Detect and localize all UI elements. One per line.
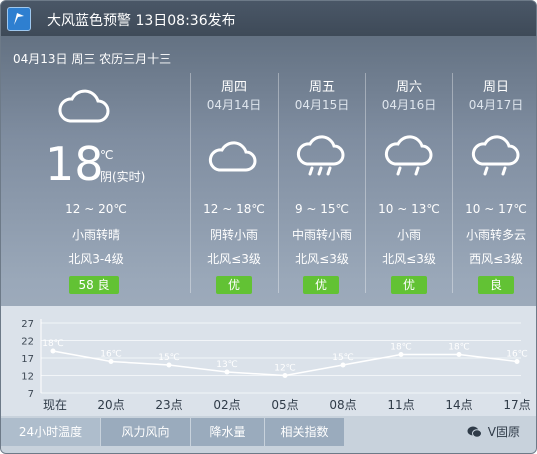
data-point	[282, 373, 288, 378]
forecast-temp-range: 12 ~ 18℃	[203, 202, 265, 216]
data-label: 16℃	[100, 350, 122, 360]
forecast-aqi-badge: 优	[391, 276, 427, 294]
tab-related-index[interactable]: 相关指数	[265, 418, 345, 446]
column-divider	[365, 73, 366, 293]
chart-tabs: 24小时温度 风力风向 降水量 相关指数 V固原	[1, 416, 536, 453]
data-point	[398, 352, 404, 357]
today-description: 小雨转晴	[71, 228, 120, 242]
forecast-description: 中雨转小雨	[291, 228, 352, 242]
data-point	[224, 369, 230, 375]
y-tick-label: 17	[21, 354, 34, 365]
data-label: 15℃	[332, 353, 354, 363]
today-aqi-badge: 58 良	[69, 276, 119, 294]
tab-precipitation[interactable]: 降水量	[191, 418, 265, 446]
x-tick-label: 08点	[329, 398, 356, 412]
hourly-temperature-chart: 27 22 17 12 7 18℃ 现在 16℃ 20点 15℃ 23点 13℃ 02点 12℃ 05点 15…	[1, 306, 536, 416]
wechat-icon	[467, 426, 482, 438]
data-label: 12℃	[274, 364, 296, 374]
data-label: 18℃	[390, 343, 412, 353]
cloud-icon	[58, 87, 110, 129]
today-temp-range: 12 ~ 20℃	[65, 202, 127, 216]
app-logo-icon[interactable]	[7, 7, 31, 31]
x-tick-label: 23点	[155, 398, 182, 412]
temperature-unit: ℃	[100, 148, 114, 162]
data-point	[50, 348, 56, 354]
y-tick-label: 7	[28, 389, 34, 400]
forecast-aqi-badge: 良	[478, 276, 514, 294]
column-divider	[452, 73, 453, 293]
forecast-wind: 西风≤3级	[469, 252, 523, 266]
forecast-description: 小雨转多云	[465, 228, 526, 242]
forecast-temp-range: 9 ~ 15℃	[294, 202, 350, 216]
cloud-icon	[208, 138, 258, 178]
forecast-description: 小雨	[396, 228, 421, 242]
forecast-date: 04月16日	[381, 98, 437, 112]
forecast-aqi-badge: 优	[303, 276, 339, 294]
rain-cloud-icon	[471, 134, 521, 182]
brand-name: V固原	[487, 425, 520, 439]
x-tick-label: 11点	[387, 398, 414, 412]
forecast-wind: 北风≤3级	[207, 252, 261, 266]
forecast-weekday: 周五	[308, 80, 335, 95]
y-tick-label: 12	[21, 372, 34, 383]
y-tick-label: 27	[21, 319, 34, 330]
today-date: 04月13日 周三 农历三月十三	[13, 52, 172, 66]
forecast-temp-range: 10 ~ 17℃	[465, 202, 527, 216]
title-bar: 大风蓝色预警 13日08:36发布	[1, 1, 536, 36]
forecast-temp-range: 10 ~ 13℃	[378, 202, 440, 216]
data-point	[456, 352, 462, 357]
forecast-weekday: 周六	[395, 80, 422, 95]
current-weather: 阴(实时)	[100, 170, 146, 184]
data-label: 13℃	[216, 360, 238, 370]
forecast-date: 04月17日	[468, 98, 524, 112]
data-point	[340, 362, 346, 368]
x-tick-label: 05点	[271, 398, 298, 412]
hourly-temperature-chart-svg: 27 22 17 12 7 18℃ 现在 16℃ 20点 15℃ 23点 13℃ 02点 12℃ 05点 15…	[21, 319, 531, 412]
today-wind: 北风3-4级	[68, 252, 124, 266]
x-tick-label: 17点	[503, 398, 530, 412]
data-label: 18℃	[42, 339, 64, 349]
warning-title[interactable]: 大风蓝色预警 13日08:36发布	[47, 10, 236, 30]
forecast-aqi-badge: 优	[216, 276, 252, 294]
weather-widget: 大风蓝色预警 13日08:36发布 04月13日 周三 农历三月十三 18 ℃ …	[0, 0, 537, 454]
forecast-date: 04月15日	[294, 98, 350, 112]
rain-cloud-icon	[384, 134, 434, 182]
forecast-date: 04月14日	[206, 98, 262, 112]
data-point	[514, 359, 520, 364]
data-label: 16℃	[506, 350, 528, 360]
x-tick-label: 现在	[43, 398, 67, 412]
column-divider	[190, 73, 191, 293]
x-tick-label: 14点	[445, 398, 472, 412]
forecast-wind: 北风≤3级	[295, 252, 349, 266]
current-temperature: 18	[45, 137, 104, 191]
data-point	[108, 359, 114, 364]
forecast-weekday: 周日	[482, 80, 509, 95]
data-label: 18℃	[448, 343, 470, 353]
wechat-brand: V固原	[467, 423, 520, 440]
x-tick-label: 20点	[97, 398, 124, 412]
x-tick-label: 02点	[213, 398, 240, 412]
tab-24h-temperature[interactable]: 24小时温度	[1, 418, 101, 446]
forecast-wind: 北风≤3级	[382, 252, 436, 266]
rain-cloud-icon	[296, 134, 346, 182]
column-divider	[278, 73, 279, 293]
forecast-weekday: 周四	[220, 80, 247, 95]
forecast-description: 阴转小雨	[209, 228, 258, 242]
y-tick-label: 22	[21, 337, 34, 348]
tab-wind[interactable]: 风力风向	[101, 418, 191, 446]
data-label: 15℃	[158, 353, 180, 363]
data-point	[166, 362, 172, 368]
